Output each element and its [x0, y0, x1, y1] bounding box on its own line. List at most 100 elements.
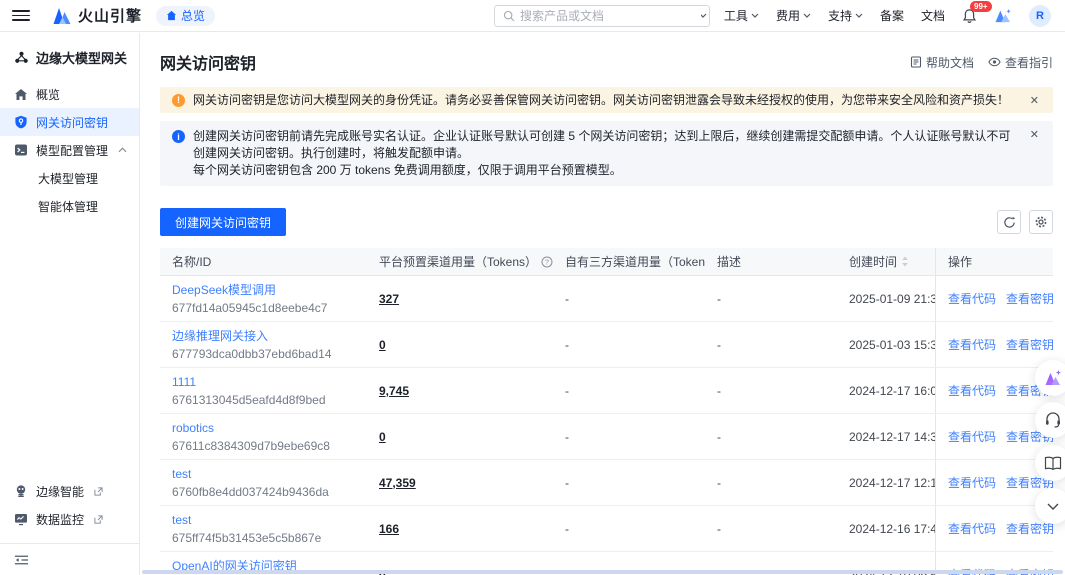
platform-tokens-cell: 0	[367, 338, 553, 352]
key-id: 6760fb8e4dd037424b9436da	[172, 484, 367, 500]
sidebar-item-overview[interactable]: 概览	[0, 80, 139, 108]
created-time-cell: 2024-12-17 14:3	[837, 430, 935, 444]
notification-count-badge: 99+	[970, 1, 992, 12]
info-icon: i	[172, 130, 185, 143]
customer-support-button[interactable]	[1035, 402, 1065, 438]
overview-badge[interactable]: 总览	[156, 6, 215, 26]
eye-icon	[988, 57, 1001, 67]
collapse-widgets-button[interactable]	[1035, 488, 1065, 524]
ai-assistant-button[interactable]	[1035, 360, 1065, 396]
sidebar-item-agent-management[interactable]: 智能体管理	[0, 192, 139, 220]
key-name-link[interactable]: test	[172, 466, 367, 482]
brand-logo[interactable]: 火山引擎	[52, 5, 142, 26]
third-party-tokens-cell: -	[553, 292, 705, 306]
sidebar-item-label: 网关访问密钥	[36, 114, 108, 131]
sidebar-item-edge-intelligence[interactable]: 边缘智能	[0, 477, 139, 505]
console-logo-icon[interactable]	[994, 8, 1012, 23]
platform-tokens-value[interactable]: 166	[379, 522, 399, 536]
menu-label: 支持	[828, 7, 852, 24]
create-access-key-button[interactable]: 创建网关访问密钥	[160, 208, 286, 236]
platform-tokens-value[interactable]: 327	[379, 292, 399, 306]
topbar-menu-icp[interactable]: 备案	[880, 7, 904, 24]
key-name-link[interactable]: DeepSeek模型调用	[172, 282, 367, 298]
sidebar-item-access-keys[interactable]: 网关访问密钥	[0, 108, 139, 136]
brand-name: 火山引擎	[78, 5, 142, 26]
key-name-link[interactable]: test	[172, 512, 367, 528]
notifications-button[interactable]: 99+	[962, 8, 977, 24]
platform-tokens-value[interactable]: 0	[379, 338, 386, 352]
column-header-description[interactable]: 描述	[705, 253, 837, 270]
horizontal-scrollbar[interactable]	[142, 570, 1063, 574]
created-time-cell: 2024-12-16 17:4	[837, 522, 935, 536]
menu-label: 工具	[724, 7, 748, 24]
column-header-created[interactable]: 创建时间	[837, 253, 935, 270]
column-settings-button[interactable]	[1029, 210, 1053, 234]
view-code-link[interactable]: 查看代码	[948, 382, 996, 399]
question-circle-icon[interactable]: ?	[541, 256, 553, 268]
platform-tokens-value[interactable]: 9,745	[379, 384, 409, 398]
view-code-link[interactable]: 查看代码	[948, 290, 996, 307]
topbar-right: 企业 工具 费用 支持 备案 文档 99+	[672, 5, 1051, 27]
user-avatar[interactable]: R	[1029, 5, 1051, 27]
platform-tokens-value[interactable]: 0	[379, 430, 386, 444]
sidebar-item-label: 边缘智能	[36, 483, 84, 500]
sidebar-item-data-monitoring[interactable]: 数据监控	[0, 505, 139, 533]
view-code-link[interactable]: 查看代码	[948, 474, 996, 491]
third-party-tokens-cell: -	[553, 476, 705, 490]
column-header-name[interactable]: 名称/ID	[160, 253, 367, 270]
info-banner-text: 创建网关访问密钥前请先完成账号实名认证。企业认证账号默认可创建 5 个网关访问密…	[193, 128, 1020, 179]
chevron-down-icon	[855, 13, 863, 18]
warning-banner: ! 网关访问密钥是您访问大模型网关的身份凭证。请务必妥善保管网关访问密钥。网关访…	[160, 87, 1053, 113]
table-row: test 675ff74f5b31453e5c5b867e 166 - - 20…	[160, 506, 1053, 552]
platform-tokens-value[interactable]: 47,359	[379, 476, 416, 490]
third-party-tokens-cell: -	[553, 430, 705, 444]
sort-icon[interactable]	[901, 256, 909, 267]
documentation-button[interactable]	[1035, 445, 1065, 481]
close-icon[interactable]: ✕	[1028, 128, 1041, 141]
menu-label: 备案	[880, 7, 904, 24]
view-key-link[interactable]: 查看密钥	[1006, 290, 1053, 307]
topbar-menu-billing[interactable]: 费用	[776, 7, 811, 24]
view-guide-link[interactable]: 查看指引	[988, 54, 1053, 71]
platform-tokens-cell: 0	[367, 430, 553, 444]
description-cell: -	[705, 338, 837, 352]
info-banner-line2: 每个网关访问密钥包含 200 万 tokens 免费调用额度，仅限于调用平台预置…	[193, 162, 1020, 179]
info-banner-line1: 创建网关访问密钥前请先完成账号实名认证。企业认证账号默认可创建 5 个网关访问密…	[193, 128, 1020, 162]
column-header-actions[interactable]: 操作	[935, 248, 1053, 275]
close-icon[interactable]: ✕	[1028, 94, 1041, 107]
topbar-menu-tools[interactable]: 工具	[724, 7, 759, 24]
edge-intelligence-icon	[14, 484, 28, 498]
ai-assistant-icon	[1043, 369, 1063, 387]
actions-cell: 查看代码 查看密钥	[935, 322, 1053, 367]
page-header: 网关访问密钥 帮助文档 查看指引	[160, 50, 1053, 74]
book-icon	[1044, 456, 1062, 471]
view-code-link[interactable]: 查看代码	[948, 336, 996, 353]
view-code-link[interactable]: 查看代码	[948, 428, 996, 445]
search-input[interactable]	[520, 9, 701, 23]
sidebar: 边缘大模型网关 概览 网关访问密钥 模型配置管理 大模型管理 智能体管理	[0, 33, 140, 575]
column-header-platform-tokens[interactable]: 平台预置渠道用量（Tokens） ?	[367, 253, 553, 270]
menu-label: 文档	[921, 7, 945, 24]
key-name-link[interactable]: 边缘推理网关接入	[172, 328, 367, 344]
sidebar-item-model-config[interactable]: 模型配置管理	[0, 136, 139, 164]
sidebar-item-label: 智能体管理	[38, 198, 98, 215]
refresh-button[interactable]	[997, 210, 1021, 234]
table-row: DeepSeek模型调用 677fd14a05945c1d8eebe4c7 32…	[160, 276, 1053, 322]
help-doc-link[interactable]: 帮助文档	[910, 54, 974, 71]
hamburger-menu-icon[interactable]	[12, 10, 30, 21]
topbar-menu-support[interactable]: 支持	[828, 7, 863, 24]
key-name-link[interactable]: 1111	[172, 374, 367, 390]
column-header-third-party-tokens[interactable]: 自有三方渠道用量（Tokens）	[553, 253, 705, 270]
topbar-menu-docs[interactable]: 文档	[921, 7, 945, 24]
created-time-cell: 2025-01-09 21:3	[837, 292, 935, 306]
table-toolbar: 创建网关访问密钥	[160, 208, 1053, 236]
search-box[interactable]	[494, 5, 710, 27]
platform-tokens-cell: 327	[367, 292, 553, 306]
created-time-cell: 2025-01-03 15:3	[837, 338, 935, 352]
key-name-link[interactable]: robotics	[172, 420, 367, 436]
toolbar-icons	[997, 210, 1053, 234]
sidebar-collapse-button[interactable]	[0, 543, 139, 575]
view-key-link[interactable]: 查看密钥	[1006, 336, 1053, 353]
view-code-link[interactable]: 查看代码	[948, 520, 996, 537]
sidebar-item-llm-management[interactable]: 大模型管理	[0, 164, 139, 192]
